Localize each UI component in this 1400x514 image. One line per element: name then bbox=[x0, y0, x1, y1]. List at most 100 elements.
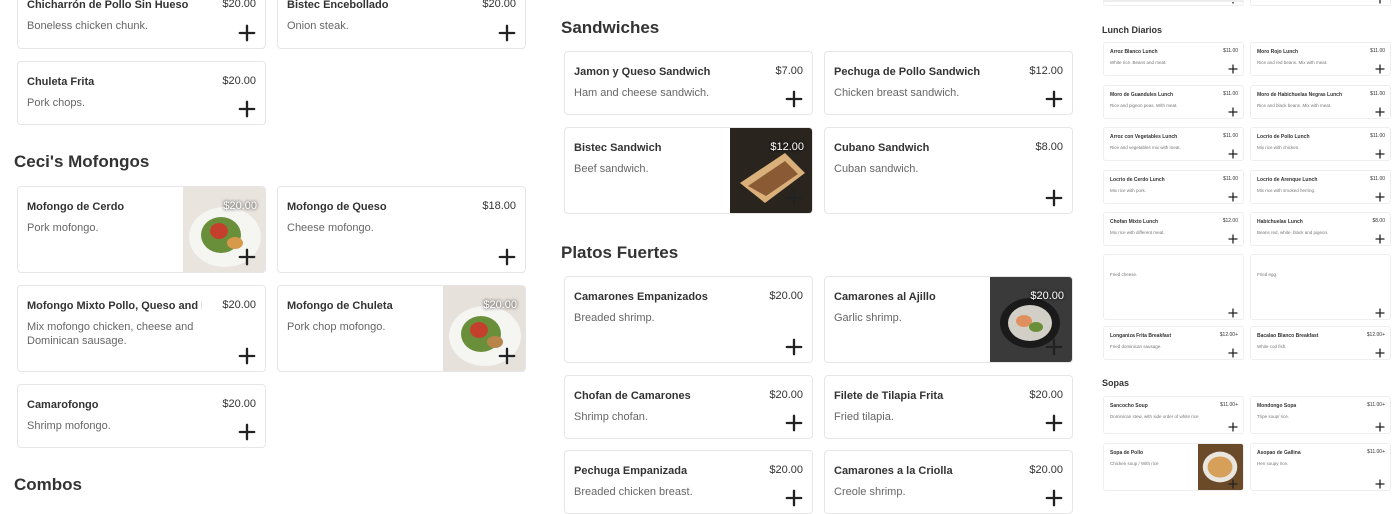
add-icon[interactable] bbox=[1228, 189, 1238, 202]
add-icon[interactable] bbox=[498, 24, 516, 42]
add-icon[interactable] bbox=[238, 100, 256, 118]
menu-item-card[interactable]: Pechuga Empanizada $20.00 Breaded chicke… bbox=[564, 450, 813, 514]
add-icon[interactable] bbox=[785, 489, 803, 507]
menu-item-card[interactable]: Longaniza Frita Breakfast $12.00+ Fried do… bbox=[1103, 326, 1244, 360]
item-name: Cubano Sandwich bbox=[834, 142, 930, 154]
menu-item-card[interactable]: Cubano Sandwich $8.00 Cuban sandwich. bbox=[824, 127, 1073, 214]
add-icon[interactable] bbox=[785, 338, 803, 356]
menu-item-card[interactable]: Mofongo Mixto Pollo, Queso and L... $20.… bbox=[17, 285, 266, 372]
menu-item-card[interactable]: Camarones a la Criolla $20.00 Creole shr… bbox=[824, 450, 1073, 514]
menu-item-card[interactable]: Habichuelas Lunch $8.00 Beans red, white, … bbox=[1250, 212, 1391, 246]
menu-item-card[interactable]: Mofongo de Chuleta Pork chop mofongo. $2… bbox=[277, 285, 526, 372]
item-name: Chicharrón de Pollo Sin Hueso bbox=[27, 0, 189, 11]
menu-item-card[interactable]: Arroz con Vegetables Lunch $11.00 Rice and… bbox=[1103, 127, 1244, 161]
add-icon[interactable] bbox=[785, 414, 803, 432]
add-icon[interactable] bbox=[1228, 61, 1238, 74]
menu-item-card[interactable]: Chuleta Frita $20.00 Pork chops. bbox=[17, 61, 266, 125]
item-price: $11.00+ bbox=[1220, 402, 1238, 408]
menu-item-card[interactable]: Chofan Mixto Lunch $12.00 Mix rice with di… bbox=[1103, 212, 1244, 246]
menu-item-card[interactable]: Pechuga de Pollo Sandwich $12.00 Chicken… bbox=[824, 51, 1073, 115]
item-description: Mix rice with pork. bbox=[1110, 188, 1147, 193]
menu-item-card[interactable]: Camarones Empanizados $20.00 Breaded shr… bbox=[564, 276, 813, 363]
item-price: $11.00 bbox=[1223, 48, 1238, 54]
item-name: Locrio de Pollo Lunch bbox=[1257, 134, 1310, 140]
add-icon[interactable] bbox=[238, 248, 256, 266]
menu-item-card[interactable]: Chofan de Camarones $20.00 Shrimp chofan… bbox=[564, 375, 813, 439]
item-price: $11.00 bbox=[1370, 176, 1385, 182]
add-icon[interactable] bbox=[1375, 189, 1385, 202]
add-icon[interactable] bbox=[498, 248, 516, 266]
add-icon[interactable] bbox=[1375, 305, 1385, 318]
add-icon[interactable] bbox=[1375, 146, 1385, 159]
menu-item-card[interactable]: Bistec Encebollado $20.00 Onion steak. bbox=[277, 0, 526, 49]
add-icon[interactable] bbox=[1375, 61, 1385, 74]
menu-item-card[interactable]: Fried egg. bbox=[1250, 254, 1391, 320]
item-description: Fried dominican sausage. bbox=[1110, 344, 1162, 349]
add-icon[interactable] bbox=[498, 347, 516, 365]
add-icon[interactable] bbox=[1375, 0, 1385, 4]
add-icon[interactable] bbox=[1045, 189, 1063, 207]
menu-item-card[interactable]: Moro de Habichuelas Negras Lunch $11.00 Ri… bbox=[1250, 85, 1391, 119]
add-icon[interactable] bbox=[1375, 345, 1385, 358]
menu-item-card[interactable]: Locrio de Cerdo Lunch $11.00 Mix rice with… bbox=[1103, 170, 1244, 204]
add-icon[interactable] bbox=[1375, 476, 1385, 489]
menu-item-card[interactable]: Camarones al Ajillo Garlic shrimp. $20.0… bbox=[824, 276, 1073, 363]
add-icon[interactable] bbox=[1228, 231, 1238, 244]
item-price: $12.00 bbox=[1029, 65, 1063, 77]
menu-item-card[interactable]: Camarofongo $20.00 Shrimp mofongo. bbox=[17, 384, 266, 448]
add-icon[interactable] bbox=[1228, 104, 1238, 117]
menu-item-card[interactable]: Fried cheese. bbox=[1103, 254, 1244, 320]
menu-item-card[interactable]: Bacalao Blanco Breakfast $12.00+ White cod… bbox=[1250, 326, 1391, 360]
item-description: Shrimp mofongo. bbox=[27, 420, 111, 432]
add-icon[interactable] bbox=[1045, 90, 1063, 108]
menu-item-card[interactable]: Jamon y Queso Sandwich $7.00 Ham and che… bbox=[564, 51, 813, 115]
add-icon[interactable] bbox=[1375, 419, 1385, 432]
item-description: Mix rice with different meat. bbox=[1110, 230, 1165, 235]
item-price: $12.00+ bbox=[1366, 332, 1385, 338]
add-icon[interactable] bbox=[1375, 104, 1385, 117]
menu-item-card[interactable]: Sopa de Pollo$11.00+Chicken soup / With … bbox=[1103, 443, 1244, 491]
menu-item-card[interactable]: Moro Rojo Lunch $11.00 Rice and red beans.… bbox=[1250, 42, 1391, 76]
add-icon[interactable] bbox=[1045, 489, 1063, 507]
add-icon[interactable] bbox=[1228, 305, 1238, 318]
menu-item-card[interactable]: Bacalao Rojo Breakfast$12.00+Red cod fis… bbox=[1103, 0, 1244, 2]
add-icon[interactable] bbox=[1375, 231, 1385, 244]
menu-item-card[interactable] bbox=[1250, 0, 1391, 6]
menu-item-card[interactable]: Mofongo de Queso $18.00 Cheese mofongo. bbox=[277, 186, 526, 273]
menu-item-card[interactable]: Filete de Tilapia Frita $20.00 Fried til… bbox=[824, 375, 1073, 439]
menu-item-card[interactable]: Bistec Sandwich Beef sandwich. $12.00 bbox=[564, 127, 813, 214]
menu-item-card[interactable]: Locrio de Arenque Lunch $11.00 Mix rice wi… bbox=[1250, 170, 1391, 204]
section-title-mofongos: Ceci's Mofongos bbox=[14, 152, 150, 171]
item-description: Pork chop mofongo. bbox=[287, 321, 386, 333]
item-name: Chuleta Frita bbox=[27, 76, 95, 88]
menu-item-card[interactable]: Chicharrón de Pollo Sin Hueso $20.00 Bon… bbox=[17, 0, 266, 49]
menu-item-card[interactable]: Arroz Blanco Lunch $11.00 White rice. Bean… bbox=[1103, 42, 1244, 76]
add-icon[interactable] bbox=[785, 90, 803, 108]
item-price: $8.00 bbox=[1372, 218, 1385, 224]
item-name: Pechuga Empanizada bbox=[574, 465, 688, 477]
item-description: Hen soupy rice. bbox=[1257, 461, 1289, 466]
add-icon[interactable] bbox=[1228, 146, 1238, 159]
add-icon[interactable] bbox=[1045, 414, 1063, 432]
add-icon[interactable] bbox=[1228, 476, 1238, 489]
add-icon[interactable] bbox=[238, 347, 256, 365]
menu-item-card[interactable]: Mondongo Sopa $11.00+ Tripe soup/ rice. bbox=[1250, 396, 1391, 434]
add-icon[interactable] bbox=[1045, 338, 1063, 356]
menu-item-card[interactable]: Asopao de Gallina $11.00+ Hen soupy rice. bbox=[1250, 443, 1391, 491]
item-description: Fried cheese. bbox=[1110, 272, 1138, 277]
item-name: Locrio de Arenque Lunch bbox=[1257, 177, 1318, 183]
menu-item-card[interactable]: Moro de Guandules Lunch $11.00 Rice and pi… bbox=[1103, 85, 1244, 119]
add-icon[interactable] bbox=[238, 423, 256, 441]
menu-item-card[interactable]: Locrio de Pollo Lunch $11.00 Mix rice with… bbox=[1250, 127, 1391, 161]
item-description: Creole shrimp. bbox=[834, 486, 906, 498]
item-name: Moro Rojo Lunch bbox=[1257, 49, 1299, 55]
add-icon[interactable] bbox=[1228, 419, 1238, 432]
menu-item-card[interactable]: Sancocho Soup $11.00+ Dominican stew, with… bbox=[1103, 396, 1244, 434]
menu-item-card[interactable]: Mofongo de Cerdo Pork mofongo. $20.00 bbox=[17, 186, 266, 273]
item-price: $12.00+ bbox=[1219, 332, 1238, 338]
add-icon[interactable] bbox=[1228, 345, 1238, 358]
add-icon[interactable] bbox=[785, 189, 803, 207]
item-price: $11.00 bbox=[1223, 91, 1238, 97]
add-icon[interactable] bbox=[238, 24, 256, 42]
item-price: $20.00 bbox=[483, 299, 517, 311]
